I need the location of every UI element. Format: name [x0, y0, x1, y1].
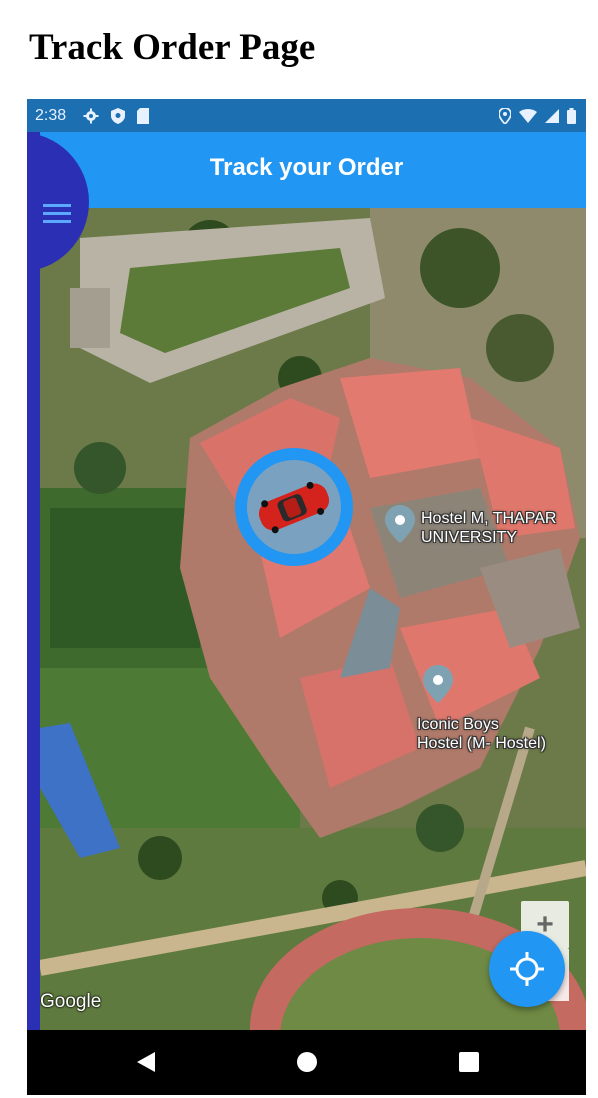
- satellite-map: [40, 208, 586, 1030]
- map-pin-icon[interactable]: [385, 505, 415, 543]
- signal-icon: [545, 108, 559, 123]
- map-pin-icon[interactable]: [423, 665, 453, 703]
- google-attribution: Google: [40, 991, 102, 1012]
- sim-card-icon: [137, 107, 149, 124]
- system-nav-bar: [27, 1030, 586, 1095]
- status-time: 2:38: [35, 106, 67, 124]
- place-label-line: Hostel M, THAPAR: [421, 510, 557, 527]
- page-heading: Track Order Page: [29, 27, 316, 68]
- car-location-marker[interactable]: [235, 448, 353, 566]
- phone-screen: 2:38 Track your Order Hostel M, THAPAR U…: [27, 99, 586, 1095]
- battery-icon: [567, 107, 576, 124]
- place-label-line: Iconic Boys: [417, 716, 499, 733]
- place-label-line: Hostel (M- Hostel): [417, 735, 546, 752]
- my-location-icon: [510, 952, 544, 986]
- recents-icon[interactable]: [458, 1050, 480, 1074]
- home-icon[interactable]: [295, 1050, 319, 1074]
- menu-icon[interactable]: [43, 201, 71, 225]
- wifi-icon: [519, 108, 537, 123]
- place-label-iconic-boys-hostel[interactable]: Iconic Boys Hostel (M- Hostel): [417, 715, 546, 753]
- map-view[interactable]: [40, 208, 586, 1030]
- place-label-line: UNIVERSITY: [421, 529, 518, 546]
- my-location-button[interactable]: [489, 931, 565, 1007]
- place-label-hostel-m[interactable]: Hostel M, THAPAR UNIVERSITY: [421, 509, 556, 547]
- location-icon: [499, 107, 511, 124]
- status-bar: 2:38: [27, 99, 586, 132]
- gear-icon: [83, 108, 99, 123]
- app-bar: Track your Order: [27, 132, 586, 208]
- back-icon[interactable]: [135, 1050, 157, 1074]
- app-bar-title: Track your Order: [209, 154, 404, 181]
- shield-icon: [111, 107, 125, 124]
